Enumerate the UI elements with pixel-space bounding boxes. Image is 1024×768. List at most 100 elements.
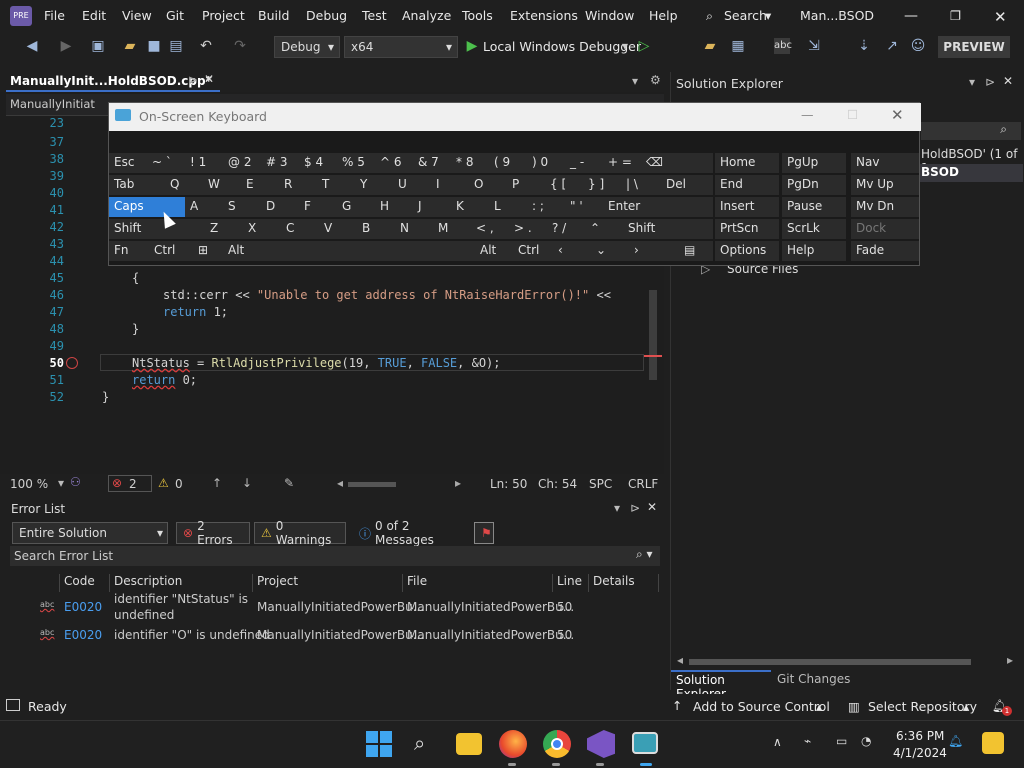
project-scope-dropdown[interactable]: ManuallyInitiat — [10, 97, 95, 111]
clock-date[interactable]: 4/1/2024 — [893, 746, 947, 760]
key-5[interactable]: % 5 — [337, 153, 375, 173]
arrow-up-icon[interactable]: ↑ — [212, 476, 222, 490]
key-a[interactable]: A — [185, 197, 223, 217]
menu-project[interactable]: Project — [202, 8, 245, 23]
close-icon[interactable]: ✕ — [891, 106, 904, 124]
scrollbar-thumb[interactable] — [689, 659, 971, 665]
minimize-icon[interactable]: — — [801, 107, 814, 122]
key-shift-right[interactable]: Shift — [623, 219, 713, 239]
key-g[interactable]: G — [337, 197, 375, 217]
key-minus[interactable]: _ - — [565, 153, 603, 173]
key-ctrl-right[interactable]: Ctrl — [513, 241, 553, 261]
restore-icon[interactable]: ❐ — [950, 8, 961, 23]
chevron-down-icon[interactable]: ▾ — [614, 501, 620, 515]
key-3[interactable]: # 3 — [261, 153, 299, 173]
scroll-left-icon[interactable]: ◂ — [677, 653, 683, 667]
key-q[interactable]: Q — [165, 175, 203, 195]
spellcheck-icon[interactable]: abc — [774, 38, 792, 54]
key-arrow-up[interactable]: ⌃ — [585, 219, 623, 239]
key-slash[interactable]: ? / — [547, 219, 585, 239]
vs-logo-icon[interactable]: PRE — [10, 6, 32, 26]
key-alt-left[interactable]: Alt — [223, 241, 263, 261]
key-t[interactable]: T — [317, 175, 355, 195]
key-mv-dn[interactable]: Mv Dn — [851, 197, 919, 217]
add-to-source-control[interactable]: Add to Source Control — [693, 699, 830, 714]
key-tab[interactable]: Tab — [109, 175, 165, 195]
menu-view[interactable]: View — [122, 8, 152, 23]
key-caps[interactable]: Caps — [109, 197, 185, 217]
new-item-icon[interactable]: ▣ — [90, 38, 106, 54]
key-end[interactable]: End — [715, 175, 779, 195]
key-help[interactable]: Help — [782, 241, 846, 261]
key-4[interactable]: $ 4 — [299, 153, 337, 173]
key-i[interactable]: I — [431, 175, 469, 195]
menu-tools[interactable]: Tools — [462, 8, 493, 23]
network-icon[interactable]: ⌁ — [804, 734, 811, 748]
key-k[interactable]: K — [451, 197, 489, 217]
key-open-bracket[interactable]: { [ — [545, 175, 583, 195]
key-dock[interactable]: Dock — [851, 219, 919, 239]
column-header-project[interactable]: Project — [253, 574, 403, 592]
column-header-line[interactable]: Line — [553, 574, 589, 592]
maximize-icon[interactable]: ☐ — [847, 107, 858, 122]
menu-git[interactable]: Git — [166, 8, 184, 23]
clock-time[interactable]: 6:36 PM — [896, 729, 944, 743]
tab-document[interactable]: ManuallyInit...HoldBSOD.cpp* ⊳ ✕ — [6, 72, 220, 92]
key-v[interactable]: V — [319, 219, 357, 239]
osk-title-bar[interactable]: On-Screen Keyboard — ☐ ✕ — [109, 103, 921, 131]
key-w[interactable]: W — [203, 175, 241, 195]
key-esc[interactable]: Esc — [109, 153, 147, 173]
platform-dropdown[interactable]: x64 ▾ — [344, 36, 458, 58]
key-x[interactable]: X — [243, 219, 281, 239]
save-all-icon[interactable]: ▤ — [168, 38, 184, 54]
arrow-down-icon[interactable]: ↓ — [242, 476, 252, 490]
error-count-badge[interactable]: ⊗ 2 — [108, 475, 152, 492]
key-h[interactable]: H — [375, 197, 413, 217]
key-z[interactable]: Z — [205, 219, 243, 239]
key-alt-right[interactable]: Alt — [475, 241, 513, 261]
key-0[interactable]: ) 0 — [527, 153, 565, 173]
key-ctrl-left[interactable]: Ctrl — [149, 241, 193, 261]
copilot-icon[interactable]: ⚇ — [70, 475, 81, 489]
table-row[interactable]: abc E0020 identifier "O" is undefined Ma… — [6, 626, 664, 646]
key-comma[interactable]: < , — [471, 219, 509, 239]
column-header-code[interactable]: Code — [60, 574, 110, 592]
volume-icon[interactable]: ◔ — [861, 734, 871, 748]
key-2[interactable]: @ 2 — [223, 153, 261, 173]
key-backspace[interactable]: ⌫ — [641, 153, 713, 173]
menu-extensions[interactable]: Extensions — [510, 8, 578, 23]
key-equals[interactable]: + = — [603, 153, 641, 173]
menu-analyze[interactable]: Analyze — [402, 8, 451, 23]
code-line-45[interactable]: { — [132, 271, 139, 285]
whitespace-indicator[interactable]: SPC — [589, 477, 612, 491]
close-icon[interactable]: ✕ — [647, 500, 657, 514]
error-code-link[interactable]: E0020 — [64, 600, 102, 614]
undo-icon[interactable]: ↶ — [198, 38, 214, 54]
key-quote[interactable]: " ' — [565, 197, 603, 217]
code-line-51[interactable]: return 0; — [132, 373, 197, 387]
key-arrow-right[interactable]: › — [629, 241, 667, 261]
pin-icon[interactable]: ⊳ — [985, 75, 995, 89]
scope-dropdown[interactable]: Entire Solution ▾ — [12, 522, 168, 544]
key-arrow-left[interactable]: ‹ — [553, 241, 591, 261]
windows-start-icon[interactable] — [366, 731, 392, 757]
horizontal-scrollbar-thumb[interactable] — [348, 482, 396, 487]
start-debug-icon[interactable]: ▶ — [464, 38, 480, 54]
key-enter[interactable]: Enter — [603, 197, 713, 217]
copilot-preview-icon[interactable] — [982, 732, 1004, 754]
key-p[interactable]: P — [507, 175, 545, 195]
search-error-list[interactable]: Search Error List ⌕ ▾ — [10, 546, 660, 566]
menu-window[interactable]: Window — [585, 8, 634, 23]
tab-solution-explorer[interactable]: Solution Explorer — [671, 670, 771, 701]
menu-test[interactable]: Test — [362, 8, 387, 23]
code-line-46[interactable]: std::cerr << "Unable to get address of N… — [163, 288, 611, 302]
back-icon[interactable]: ◀ — [24, 38, 40, 54]
key-menu[interactable]: ▤ — [667, 241, 713, 261]
line-indicator[interactable]: Ln: 50 — [490, 477, 527, 491]
chevron-down-icon[interactable]: ▾ — [622, 39, 628, 53]
key-fade[interactable]: Fade — [851, 241, 919, 261]
breakpoint-icon[interactable]: ⇣ — [856, 38, 872, 54]
breakpoint-icon[interactable] — [66, 357, 78, 369]
key-s[interactable]: S — [223, 197, 261, 217]
key-scrlk[interactable]: ScrLk — [782, 219, 846, 239]
